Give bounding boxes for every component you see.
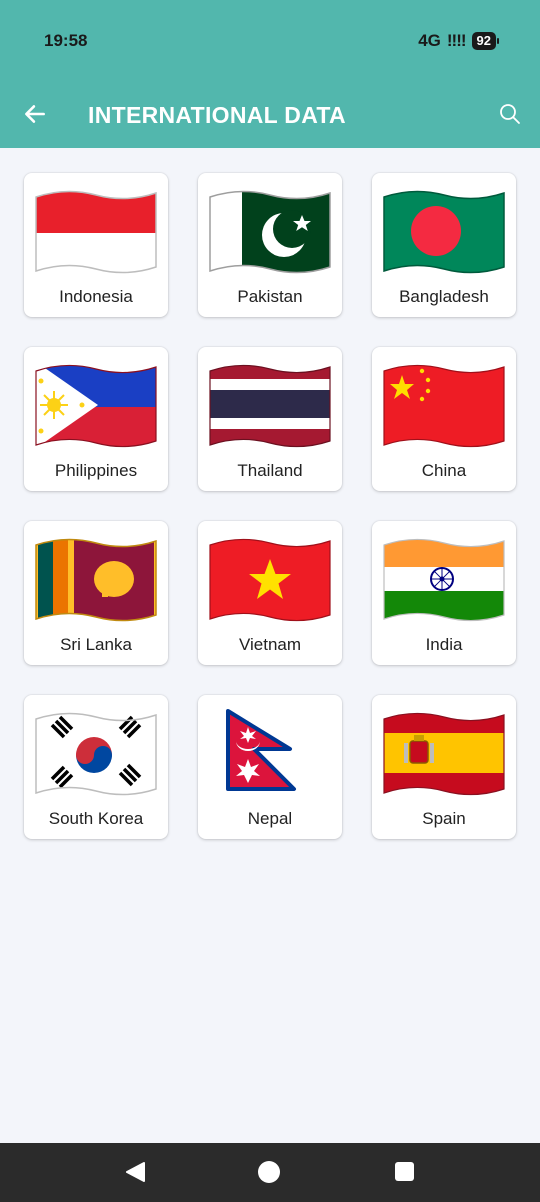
arrow-left-icon[interactable] — [22, 101, 48, 127]
sri-lanka-flag-icon — [35, 538, 157, 622]
country-name: India — [425, 635, 463, 654]
country-card-india[interactable]: India — [372, 521, 516, 665]
country-card-bangladesh[interactable]: Bangladesh — [372, 173, 516, 317]
indonesia-flag-icon — [35, 190, 157, 274]
country-name: Sri Lanka — [60, 635, 132, 654]
india-flag-icon — [383, 538, 505, 622]
country-card-nepal[interactable]: Nepal — [198, 695, 342, 839]
country-card-vietnam[interactable]: Vietnam — [198, 521, 342, 665]
network-type: 4G — [418, 31, 441, 50]
nepal-flag-icon — [226, 709, 296, 791]
status-time: 19:58 — [44, 31, 88, 50]
thailand-flag-icon — [209, 364, 331, 448]
battery-icon: 92 — [471, 32, 500, 50]
status-bar: 19:58 4G !!!! 92 — [0, 0, 540, 80]
china-flag-icon — [383, 364, 505, 448]
country-name: Thailand — [237, 461, 303, 480]
country-name: Pakistan — [237, 287, 303, 306]
app-bar: INTERNATIONAL DATA — [0, 80, 540, 148]
triangle-back-icon[interactable] — [124, 1161, 146, 1183]
country-name: Indonesia — [59, 287, 133, 306]
country-card-pakistan[interactable]: Pakistan — [198, 173, 342, 317]
search-icon[interactable] — [498, 102, 522, 126]
country-card-philippines[interactable]: Philippines — [24, 347, 168, 491]
country-name: South Korea — [48, 809, 144, 828]
signal-icon: !!!! — [446, 31, 467, 50]
philippines-flag-icon — [35, 364, 157, 448]
country-card-thailand[interactable]: Thailand — [198, 347, 342, 491]
country-card-south-korea[interactable]: South Korea — [24, 695, 168, 839]
country-card-spain[interactable]: Spain — [372, 695, 516, 839]
country-card-sri-lanka[interactable]: Sri Lanka — [24, 521, 168, 665]
square-recent-icon[interactable] — [395, 1162, 414, 1181]
country-name: Vietnam — [238, 635, 302, 654]
vietnam-flag-icon — [209, 538, 331, 622]
bangladesh-flag-icon — [383, 190, 505, 274]
south-korea-flag-icon — [35, 712, 157, 796]
country-card-china[interactable]: China — [372, 347, 516, 491]
system-nav-bar — [0, 1143, 540, 1202]
country-grid: Indonesia Pakistan Bangladesh Philippine… — [24, 173, 516, 839]
circle-home-icon[interactable] — [258, 1161, 280, 1183]
status-indicators: 4G !!!! 92 — [418, 31, 500, 51]
country-name: Philippines — [54, 461, 138, 480]
page-title: INTERNATIONAL DATA — [88, 102, 346, 128]
country-name: China — [421, 461, 467, 480]
country-name: Spain — [422, 809, 466, 828]
country-name: Nepal — [247, 809, 293, 828]
pakistan-flag-icon — [209, 190, 331, 274]
spain-flag-icon — [383, 712, 505, 796]
country-name: Bangladesh — [399, 287, 489, 306]
country-card-indonesia[interactable]: Indonesia — [24, 173, 168, 317]
